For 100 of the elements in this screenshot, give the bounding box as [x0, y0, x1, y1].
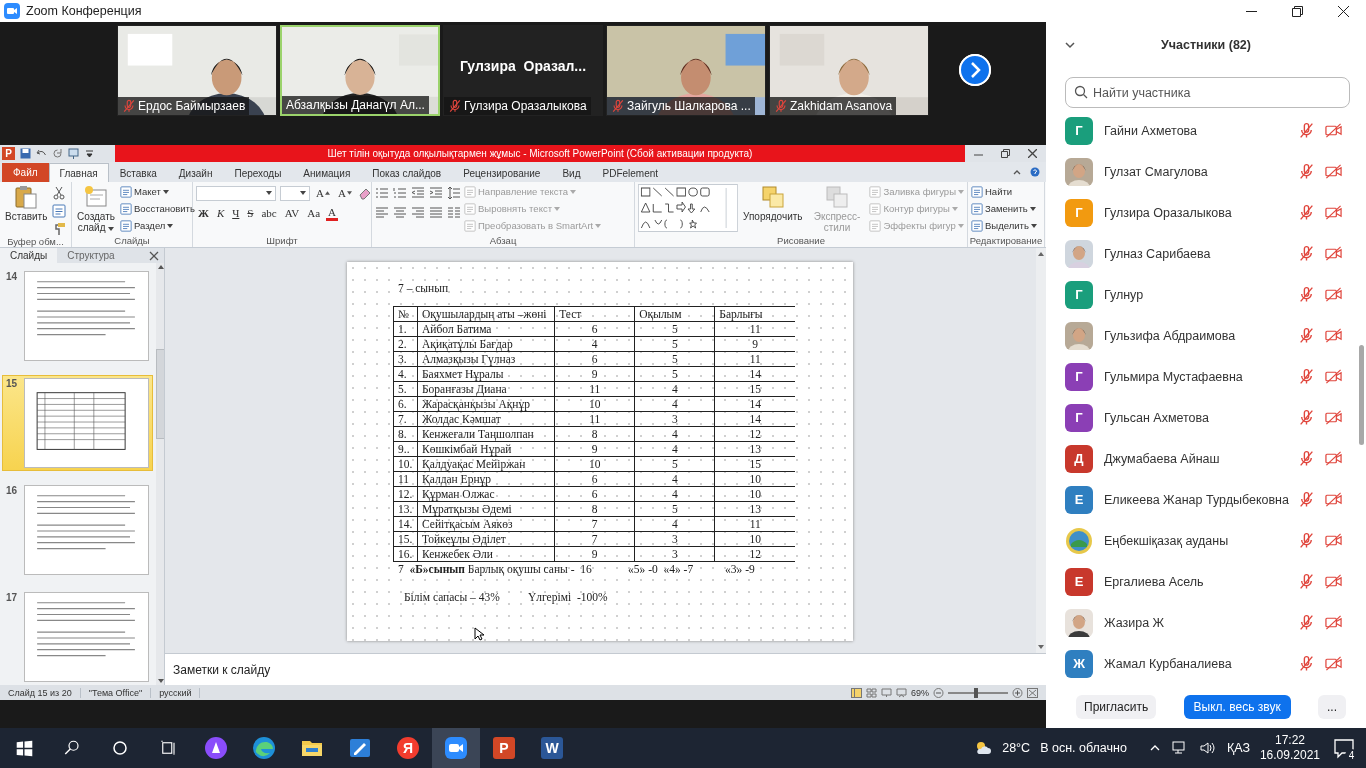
save-icon[interactable]: [20, 148, 31, 159]
camera-off-icon: [1325, 655, 1342, 672]
video-tile[interactable]: Зайгуль Шалкарова ...: [606, 25, 766, 116]
slide-thumbnail[interactable]: 17: [2, 589, 153, 685]
slider-thumb[interactable]: [974, 687, 979, 698]
table-cell: 14: [714, 366, 795, 382]
ribbon-tab[interactable]: Переходы: [223, 163, 293, 182]
ribbon-button[interactable]: Вставить: [3, 184, 50, 236]
ribbon-button[interactable]: Восстановить: [120, 201, 195, 216]
column-header: Оқылым: [634, 306, 715, 322]
slide-thumbnail[interactable]: 15: [2, 375, 153, 471]
zoom-in-icon[interactable]: [1012, 687, 1023, 698]
scrollbar-thumb[interactable]: [156, 349, 164, 439]
ribbon-tab[interactable]: PDFelement: [591, 163, 670, 182]
grow-font-button[interactable]: A: [314, 187, 332, 199]
mute-all-button[interactable]: Выкл. весь звук: [1183, 694, 1291, 719]
font-color-button[interactable]: A: [326, 205, 338, 221]
search-field[interactable]: Найти участника: [1065, 77, 1350, 108]
customize-icon[interactable]: [84, 148, 95, 159]
ribbon-button[interactable]: Макет: [120, 184, 195, 199]
video-tile[interactable]: Абзалқызы Данагүл Ал...: [280, 25, 440, 116]
taskbar-button[interactable]: [432, 728, 480, 768]
table-cell: 5: [634, 321, 715, 337]
close-icon[interactable]: [1337, 5, 1349, 17]
spacing-button[interactable]: AV: [282, 207, 302, 219]
ribbon-button[interactable]: Выделить: [971, 218, 1037, 233]
task-view-icon: [159, 739, 177, 757]
scroll-up-icon[interactable]: [1037, 250, 1045, 258]
ribbon-button[interactable]: Создать слайд: [75, 184, 117, 235]
participant-name: Жамал Курбаналиева: [1104, 656, 1233, 671]
font-size-field[interactable]: [280, 185, 310, 201]
next-page-button[interactable]: [959, 54, 991, 86]
bold-button[interactable]: Ж: [196, 207, 211, 219]
scrollbar-thumb[interactable]: [1359, 345, 1364, 445]
brush-icon[interactable]: [52, 222, 67, 236]
video-tile[interactable]: Гулзира Оразал... Гулзира Оразалыкова: [443, 25, 603, 116]
ribbon-button[interactable]: Упорядочить: [741, 184, 805, 235]
ribbon-tab[interactable]: Главная: [48, 163, 109, 182]
shapes-gallery[interactable]: [638, 184, 738, 232]
file-tab[interactable]: Файл: [2, 163, 49, 182]
eraser-icon[interactable]: [357, 186, 372, 200]
table-cell: 5: [634, 351, 715, 367]
camera-off-icon: [1325, 122, 1342, 139]
ribbon-tab[interactable]: Рецензирование: [452, 163, 552, 182]
decrease-indent-icon[interactable]: [411, 186, 425, 200]
table-cell: Кенжебек Әли: [417, 546, 555, 562]
more-button[interactable]: ...: [1318, 694, 1346, 719]
help-icon[interactable]: [1030, 167, 1040, 177]
zoom-out-icon[interactable]: [933, 687, 944, 698]
ribbon-button[interactable]: Найти: [971, 184, 1037, 199]
normal-view-icon[interactable]: [851, 687, 862, 698]
restore-icon[interactable]: [1291, 5, 1303, 17]
camera-off-icon: [1325, 532, 1342, 549]
muted-mic-icon: [1298, 491, 1315, 508]
pane-tab[interactable]: Слайды: [0, 248, 58, 263]
line-spacing-icon[interactable]: [447, 186, 461, 200]
ribbon-tab[interactable]: Вставка: [108, 163, 168, 182]
slide-thumbnail[interactable]: 14: [2, 268, 153, 364]
italic-button[interactable]: К: [214, 207, 227, 219]
ribbon-tab[interactable]: Показ слайдов: [361, 163, 453, 182]
ribbon-tab[interactable]: Анимация: [292, 163, 362, 182]
increase-indent-icon[interactable]: [429, 186, 443, 200]
restore-icon[interactable]: [1001, 149, 1010, 158]
scroll-down-icon[interactable]: [1037, 643, 1045, 651]
column-header: Оқушылардың аты –жөні: [417, 306, 555, 322]
taskbar-button[interactable]: W: [528, 728, 576, 768]
ribbon-button[interactable]: Заменить: [971, 201, 1037, 216]
language-indicator[interactable]: ҚАЗ: [1226, 741, 1250, 755]
video-tile[interactable]: Ердос Баймырзаев: [117, 25, 277, 116]
slideshow-icon[interactable]: [896, 687, 907, 698]
pen-document-icon: [348, 736, 372, 760]
font-field[interactable]: [196, 185, 276, 201]
fit-icon[interactable]: [1027, 687, 1038, 698]
video-tile[interactable]: Zakhidam Asanova: [769, 25, 929, 116]
underline-button[interactable]: Ч: [230, 207, 242, 219]
shadow-button[interactable]: abc: [259, 207, 279, 219]
muted-mic-icon: [122, 99, 136, 113]
chevron-icon[interactable]: [1064, 39, 1076, 51]
shrink-font-button[interactable]: A: [335, 187, 354, 199]
case-button[interactable]: Aa: [305, 207, 323, 219]
slideshow-icon[interactable]: [68, 148, 79, 159]
caret-icon: [300, 191, 306, 195]
redo-icon[interactable]: [52, 148, 63, 159]
strikethrough-button[interactable]: S: [245, 207, 256, 219]
clock[interactable]: 17:22 16.09.2021: [1259, 733, 1320, 763]
taskbar-button[interactable]: P: [480, 728, 528, 768]
table-cell: 3.: [393, 351, 418, 367]
table-cell: 9: [554, 546, 635, 562]
ribbon-tab[interactable]: Дизайн: [167, 163, 224, 182]
taskbar-button[interactable]: Я: [384, 728, 432, 768]
ribbon-tab[interactable]: Вид: [551, 163, 592, 182]
speaker-icon[interactable]: [1198, 739, 1217, 757]
status-text: "Тема Office": [80, 687, 152, 698]
slide-thumbnail[interactable]: 16: [2, 482, 153, 578]
close-icon[interactable]: [1028, 149, 1037, 158]
camera-off-icon: [1325, 491, 1342, 508]
pane-tab[interactable]: Структура: [57, 248, 125, 263]
scissors-icon[interactable]: [52, 186, 67, 200]
invite-button[interactable]: Пригласить: [1076, 694, 1157, 719]
ribbon-button[interactable]: Раздел: [120, 218, 195, 233]
